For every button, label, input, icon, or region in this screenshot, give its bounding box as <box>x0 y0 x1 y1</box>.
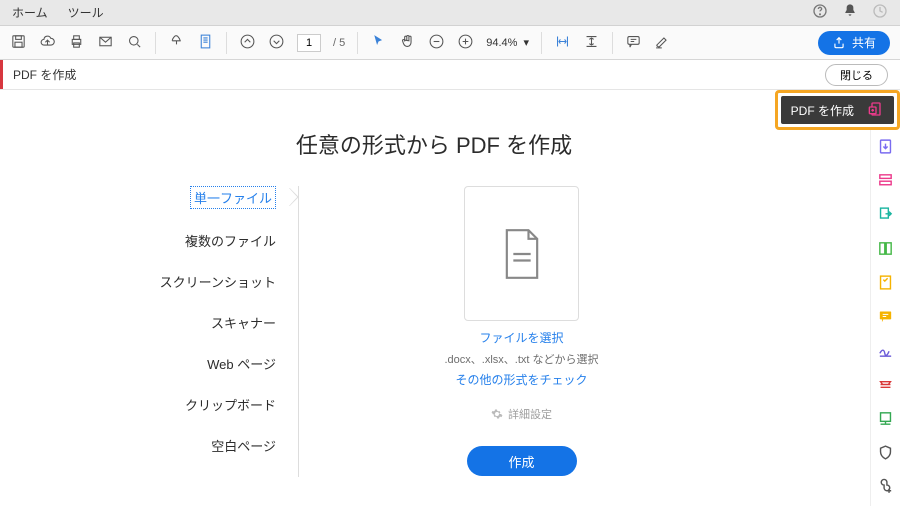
right-tool-rail <box>870 130 900 506</box>
menu-home[interactable]: ホーム <box>12 4 48 21</box>
fit-page-icon[interactable] <box>583 33 600 53</box>
source-content: ファイルを選択 .docx、.xlsx、.txt などから選択 その他の形式をチ… <box>299 186 714 477</box>
other-formats-link[interactable]: その他の形式をチェック <box>329 371 714 388</box>
print-icon[interactable] <box>68 33 85 53</box>
callout-label: PDF を作成 <box>791 102 854 119</box>
comment-icon[interactable] <box>625 33 642 53</box>
source-screenshot[interactable]: スクリーンショット <box>154 272 276 291</box>
accent-bar <box>0 60 3 89</box>
source-single-file[interactable]: 単一ファイル <box>190 186 276 209</box>
source-scanner[interactable]: スキャナー <box>154 313 276 332</box>
save-icon[interactable] <box>10 33 27 53</box>
zoom-in-icon[interactable] <box>457 33 474 53</box>
fit-width-icon[interactable] <box>554 33 571 53</box>
source-multiple-files[interactable]: 複数のファイル <box>154 231 276 250</box>
page-number-input[interactable] <box>297 34 321 52</box>
enhance-scan-icon[interactable] <box>877 274 894 294</box>
share-button[interactable]: 共有 <box>818 31 890 55</box>
hand-icon[interactable] <box>399 33 416 53</box>
advanced-settings[interactable]: 詳細設定 <box>329 406 714 422</box>
source-blank[interactable]: 空白ページ <box>154 436 276 455</box>
edit-pdf-icon[interactable] <box>877 172 894 192</box>
file-drop-zone[interactable] <box>464 186 579 321</box>
file-types-hint: .docx、.xlsx、.txt などから選択 <box>329 351 714 367</box>
pointer-icon[interactable] <box>370 33 387 53</box>
source-type-list: 単一ファイル 複数のファイル スクリーンショット スキャナー Web ページ ク… <box>154 186 299 477</box>
create-pdf-icon <box>868 101 884 120</box>
create-pdf-tool[interactable]: PDF を作成 <box>781 96 894 124</box>
bell-icon[interactable] <box>842 3 858 22</box>
page-up-icon[interactable] <box>239 33 256 53</box>
comment-tool-icon[interactable] <box>877 308 894 328</box>
select-tool-icon[interactable] <box>168 33 185 53</box>
organize-pages-icon[interactable] <box>877 240 894 260</box>
redact-icon[interactable] <box>877 376 894 396</box>
page-view-icon[interactable] <box>197 33 214 53</box>
gear-icon <box>491 408 503 420</box>
source-clipboard[interactable]: クリップボード <box>154 395 276 414</box>
tool-title: PDF を作成 <box>13 66 76 83</box>
protect-icon[interactable] <box>877 444 894 464</box>
account-icon[interactable] <box>872 3 888 22</box>
highlight-icon[interactable] <box>654 33 671 53</box>
main-toolbar: / 5 94.4% ▾ 共有 <box>0 26 900 60</box>
file-icon <box>500 228 544 280</box>
more-tools-icon[interactable] <box>877 478 894 498</box>
tool-callout: PDF を作成 <box>775 90 900 130</box>
export-icon[interactable] <box>877 206 894 226</box>
menubar-left: ホーム ツール <box>12 4 104 21</box>
separator <box>155 32 156 54</box>
create-button[interactable]: 作成 <box>467 446 577 476</box>
cloud-upload-icon[interactable] <box>39 33 56 53</box>
compress-icon[interactable] <box>877 410 894 430</box>
search-icon[interactable] <box>126 33 143 53</box>
page-title: 任意の形式から PDF を作成 <box>0 128 868 160</box>
menu-bar: ホーム ツール <box>0 0 900 26</box>
help-icon[interactable] <box>812 3 828 22</box>
mail-icon[interactable] <box>97 33 114 53</box>
list-pointer-icon <box>289 188 299 206</box>
menu-tools[interactable]: ツール <box>68 4 104 21</box>
main-area: 任意の形式から PDF を作成 単一ファイル 複数のファイル スクリーンショット… <box>0 90 868 506</box>
export-pdf-icon[interactable] <box>877 138 894 158</box>
sign-icon[interactable] <box>877 342 894 362</box>
source-webpage[interactable]: Web ページ <box>154 354 276 373</box>
zoom-out-icon[interactable] <box>428 33 445 53</box>
separator <box>612 32 613 54</box>
separator <box>357 32 358 54</box>
separator <box>541 32 542 54</box>
close-button[interactable]: 閉じる <box>825 64 888 86</box>
tool-subheader: PDF を作成 閉じる <box>0 60 900 90</box>
select-file-link[interactable]: ファイルを選択 <box>329 329 714 346</box>
page-total-label: / 5 <box>333 37 345 49</box>
menubar-right <box>812 3 888 22</box>
zoom-select[interactable]: 94.4% ▾ <box>486 36 529 49</box>
separator <box>226 32 227 54</box>
page-down-icon[interactable] <box>268 33 285 53</box>
